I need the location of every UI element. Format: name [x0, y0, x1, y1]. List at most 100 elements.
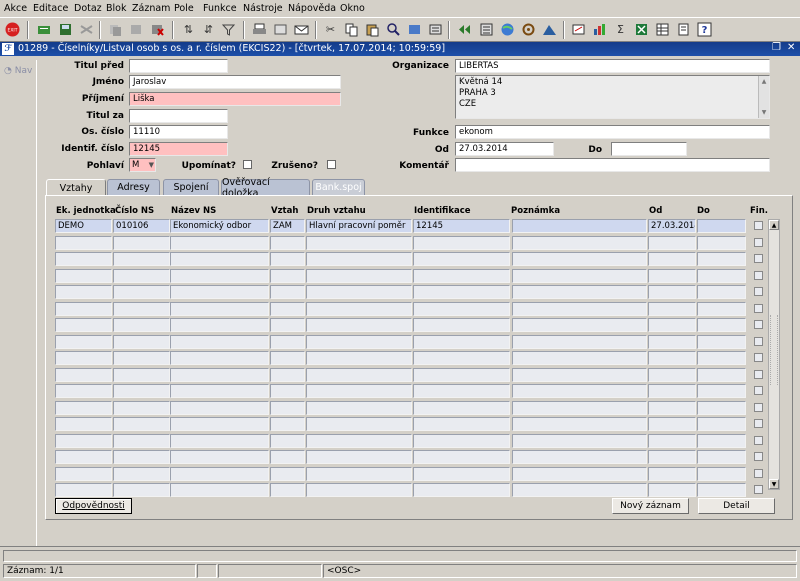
first-record-icon[interactable]	[456, 21, 473, 38]
menu-zaznam[interactable]: Záznam	[132, 3, 170, 14]
table-cell[interactable]	[270, 368, 305, 382]
table-cell[interactable]	[413, 450, 510, 464]
table-cell[interactable]	[306, 351, 412, 365]
table-cell[interactable]	[170, 450, 269, 464]
table-cell[interactable]	[55, 302, 112, 316]
table-cell[interactable]	[648, 351, 696, 365]
table-cell[interactable]: ZAM	[270, 219, 305, 233]
table-cell[interactable]	[306, 483, 412, 497]
fin-checkbox[interactable]	[754, 469, 763, 478]
table-cell[interactable]	[413, 401, 510, 415]
table-cell[interactable]	[306, 450, 412, 464]
tab-overovaci-dolozka[interactable]: Ověřovací doložka	[221, 177, 310, 199]
titul-za-field[interactable]	[129, 109, 228, 123]
table-cell[interactable]	[170, 417, 269, 431]
table-cell[interactable]	[512, 318, 647, 332]
table-cell[interactable]	[170, 302, 269, 316]
table-cell[interactable]	[113, 236, 170, 250]
table-cell[interactable]	[648, 269, 696, 283]
table-cell[interactable]	[270, 302, 305, 316]
table-cell[interactable]	[413, 434, 510, 448]
menu-okno[interactable]: Okno	[340, 3, 365, 14]
table-cell[interactable]	[413, 252, 510, 266]
table-cell[interactable]	[270, 384, 305, 398]
table-cell[interactable]	[113, 351, 170, 365]
prijmeni-field[interactable]: Liška	[129, 92, 341, 106]
table-cell[interactable]	[113, 368, 170, 382]
os-cislo-field[interactable]: 11110	[129, 125, 228, 139]
table-cell[interactable]	[113, 401, 170, 415]
table-cell[interactable]	[697, 467, 746, 481]
table-cell[interactable]	[413, 285, 510, 299]
table-cell[interactable]	[697, 384, 746, 398]
table-cell[interactable]	[512, 483, 647, 497]
table-cell[interactable]: DEMO	[55, 219, 112, 233]
table-cell[interactable]	[170, 285, 269, 299]
table-cell[interactable]	[306, 434, 412, 448]
table-cell[interactable]	[306, 417, 412, 431]
table-cell[interactable]	[697, 285, 746, 299]
document-icon[interactable]	[675, 21, 692, 38]
table-cell[interactable]	[648, 384, 696, 398]
table-cell[interactable]	[113, 269, 170, 283]
fin-checkbox[interactable]	[754, 436, 763, 445]
scroll-thumb[interactable]	[770, 315, 778, 385]
table-cell[interactable]	[697, 483, 746, 497]
table-cell[interactable]	[113, 450, 170, 464]
table-cell[interactable]	[512, 219, 647, 233]
menu-napoveda[interactable]: Nápověda	[288, 3, 336, 14]
export-icon[interactable]	[570, 21, 587, 38]
scroll-up-icon[interactable]: ▲	[769, 220, 779, 230]
table-cell[interactable]	[697, 302, 746, 316]
filter-icon[interactable]	[220, 21, 237, 38]
table-cell[interactable]	[512, 351, 647, 365]
table-cell[interactable]	[55, 401, 112, 415]
excel-icon[interactable]	[633, 21, 650, 38]
jmeno-field[interactable]: Jaroslav	[129, 75, 341, 89]
table-cell[interactable]	[413, 483, 510, 497]
funkce-field[interactable]: ekonom	[455, 125, 770, 139]
organizace-field[interactable]: LIBERTAS	[455, 59, 770, 73]
do-field[interactable]	[611, 142, 687, 156]
table-cell[interactable]	[648, 236, 696, 250]
table-cell[interactable]	[648, 401, 696, 415]
table-cell[interactable]	[55, 467, 112, 481]
calculator-icon[interactable]	[478, 21, 495, 38]
fin-checkbox[interactable]	[754, 320, 763, 329]
table-cell[interactable]	[270, 467, 305, 481]
table-cell[interactable]	[306, 384, 412, 398]
fin-checkbox[interactable]	[754, 419, 763, 428]
cut-icon[interactable]: ✂	[322, 21, 339, 38]
print-setup-icon[interactable]	[272, 21, 289, 38]
table-cell[interactable]	[306, 335, 412, 349]
table-cell[interactable]	[413, 318, 510, 332]
table-cell[interactable]	[413, 302, 510, 316]
table-cell[interactable]	[113, 318, 170, 332]
table-cell[interactable]	[270, 351, 305, 365]
fin-checkbox[interactable]	[754, 254, 763, 263]
table-cell[interactable]	[697, 434, 746, 448]
table-cell[interactable]	[697, 318, 746, 332]
menu-akce[interactable]: Akce	[4, 3, 27, 14]
table-cell[interactable]	[697, 450, 746, 464]
table-cell[interactable]	[55, 417, 112, 431]
table-cell[interactable]	[306, 269, 412, 283]
fin-checkbox[interactable]	[754, 452, 763, 461]
sort-desc-icon[interactable]: ⇵	[200, 21, 217, 38]
table-cell[interactable]	[55, 351, 112, 365]
table-cell[interactable]	[55, 285, 112, 299]
menu-pole[interactable]: Pole	[174, 3, 194, 14]
table-cell[interactable]	[697, 335, 746, 349]
wheel-icon[interactable]	[520, 21, 537, 38]
table-cell[interactable]	[648, 318, 696, 332]
table-cell[interactable]	[512, 285, 647, 299]
table-cell[interactable]	[55, 335, 112, 349]
table-cell[interactable]	[55, 434, 112, 448]
table-cell[interactable]	[270, 318, 305, 332]
table-cell[interactable]	[270, 285, 305, 299]
fin-checkbox[interactable]	[754, 403, 763, 412]
table-cell[interactable]	[413, 467, 510, 481]
nav-button[interactable]: ◔ Nav	[4, 66, 32, 76]
table-cell[interactable]	[170, 318, 269, 332]
table-cell[interactable]	[512, 450, 647, 464]
